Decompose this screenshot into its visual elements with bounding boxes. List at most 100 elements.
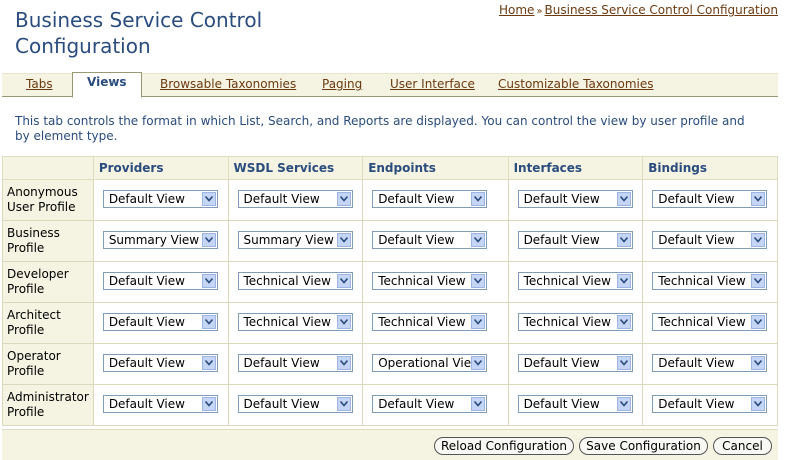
view-select[interactable]: Summary View — [102, 230, 218, 249]
chevron-down-icon[interactable] — [616, 191, 631, 206]
chevron-down-icon[interactable] — [616, 396, 631, 411]
table-cell: Technical View — [227, 261, 364, 303]
chevron-down-icon[interactable] — [751, 232, 766, 247]
table-row: Architect Profile Default View Technical Vi… — [2, 302, 778, 344]
chevron-down-icon[interactable] — [336, 314, 351, 329]
view-select[interactable]: Default View — [372, 394, 488, 413]
view-select[interactable]: Default View — [517, 394, 633, 413]
view-select[interactable]: Technical View — [652, 312, 768, 331]
chevron-down-icon[interactable] — [751, 191, 766, 206]
view-select[interactable]: Technical View — [237, 271, 353, 290]
tab-views[interactable]: Views — [72, 72, 142, 98]
view-select[interactable]: Default View — [102, 312, 218, 331]
table-cell: Default View — [227, 179, 364, 221]
view-select[interactable]: Default View — [372, 230, 488, 249]
chevron-down-icon[interactable] — [336, 355, 351, 370]
table-cell: Default View — [362, 220, 509, 262]
row-label: Operator Profile — [2, 343, 94, 385]
view-select-value: Default View — [108, 191, 185, 206]
view-select[interactable]: Default View — [102, 353, 218, 372]
row-label-line: Profile — [7, 282, 45, 296]
view-select[interactable]: Technical View — [372, 312, 488, 331]
chevron-down-icon[interactable] — [336, 396, 351, 411]
view-select[interactable]: Default View — [652, 189, 768, 208]
table-cell: Summary View — [92, 220, 229, 262]
view-select[interactable]: Default View — [652, 394, 768, 413]
table-cell: Technical View — [362, 302, 509, 344]
view-select-value: Operational View — [378, 355, 481, 370]
chevron-down-icon[interactable] — [616, 355, 631, 370]
view-select[interactable]: Default View — [517, 353, 633, 372]
breadcrumb-current-link[interactable]: Business Service Control Configuration — [545, 3, 778, 17]
chevron-down-icon[interactable] — [751, 355, 766, 370]
chevron-down-icon[interactable] — [336, 273, 351, 288]
view-select-value: Technical View — [378, 314, 466, 329]
table-cell: Summary View — [227, 220, 364, 262]
table-cell: Default View — [92, 302, 229, 344]
view-select[interactable]: Default View — [237, 394, 353, 413]
view-select[interactable]: Summary View — [237, 230, 353, 249]
tab-tabs[interactable]: Tabs — [26, 77, 53, 91]
table-cell: Default View — [642, 179, 778, 221]
view-select[interactable]: Technical View — [237, 312, 353, 331]
chevron-down-icon[interactable] — [471, 396, 486, 411]
view-select-value: Default View — [108, 355, 185, 370]
view-select[interactable]: Default View — [102, 271, 218, 290]
chevron-down-icon[interactable] — [201, 191, 216, 206]
view-select[interactable]: Default View — [237, 353, 353, 372]
view-select[interactable]: Technical View — [652, 271, 768, 290]
view-select[interactable]: Default View — [102, 394, 218, 413]
chevron-down-icon[interactable] — [471, 273, 486, 288]
chevron-down-icon[interactable] — [336, 191, 351, 206]
row-label-line: Administrator — [7, 390, 89, 404]
view-select[interactable]: Default View — [517, 230, 633, 249]
chevron-down-icon[interactable] — [616, 232, 631, 247]
view-select[interactable]: Technical View — [517, 271, 633, 290]
view-select-value: Default View — [658, 355, 735, 370]
row-label-line: Profile — [7, 323, 45, 337]
chevron-down-icon[interactable] — [471, 355, 486, 370]
chevron-down-icon[interactable] — [201, 396, 216, 411]
view-select-value: Default View — [523, 396, 600, 411]
view-select[interactable]: Default View — [237, 189, 353, 208]
reload-configuration-button[interactable]: Reload Configuration — [434, 437, 574, 455]
view-select[interactable]: Default View — [102, 189, 218, 208]
view-select-value: Default View — [523, 191, 600, 206]
table-cell: Default View — [227, 384, 364, 426]
tab-customizable-taxonomies[interactable]: Customizable Taxonomies — [498, 77, 653, 91]
view-select[interactable]: Operational View — [372, 353, 488, 372]
breadcrumb-home-link[interactable]: Home — [499, 3, 534, 17]
table-row: Developer Profile Default View Technical Vi… — [2, 261, 778, 303]
view-select[interactable]: Default View — [652, 230, 768, 249]
chevron-down-icon[interactable] — [471, 314, 486, 329]
cancel-button[interactable]: Cancel — [713, 437, 772, 455]
chevron-down-icon[interactable] — [751, 314, 766, 329]
chevron-down-icon[interactable] — [201, 232, 216, 247]
chevron-down-icon[interactable] — [201, 314, 216, 329]
chevron-down-icon[interactable] — [471, 232, 486, 247]
tab-paging[interactable]: Paging — [322, 77, 362, 91]
table-cell: Default View — [642, 220, 778, 262]
row-label: Business Profile — [2, 220, 94, 262]
tab-user-interface[interactable]: User Interface — [390, 77, 475, 91]
view-select[interactable]: Default View — [372, 189, 488, 208]
chevron-down-icon[interactable] — [201, 355, 216, 370]
save-configuration-button[interactable]: Save Configuration — [579, 437, 708, 455]
view-select[interactable]: Technical View — [372, 271, 488, 290]
table-cell: Operational View — [362, 343, 509, 385]
chevron-down-icon[interactable] — [471, 191, 486, 206]
view-select[interactable]: Default View — [652, 353, 768, 372]
view-select-value: Default View — [378, 396, 455, 411]
chevron-down-icon[interactable] — [336, 232, 351, 247]
view-select[interactable]: Default View — [517, 189, 633, 208]
chevron-down-icon[interactable] — [616, 314, 631, 329]
table-cell: Default View — [642, 343, 778, 385]
view-select-value: Technical View — [378, 273, 466, 288]
view-select[interactable]: Technical View — [517, 312, 633, 331]
chevron-down-icon[interactable] — [616, 273, 631, 288]
chevron-down-icon[interactable] — [751, 396, 766, 411]
view-select-value: Default View — [243, 191, 320, 206]
chevron-down-icon[interactable] — [751, 273, 766, 288]
tab-browsable-taxonomies[interactable]: Browsable Taxonomies — [160, 77, 296, 91]
chevron-down-icon[interactable] — [201, 273, 216, 288]
